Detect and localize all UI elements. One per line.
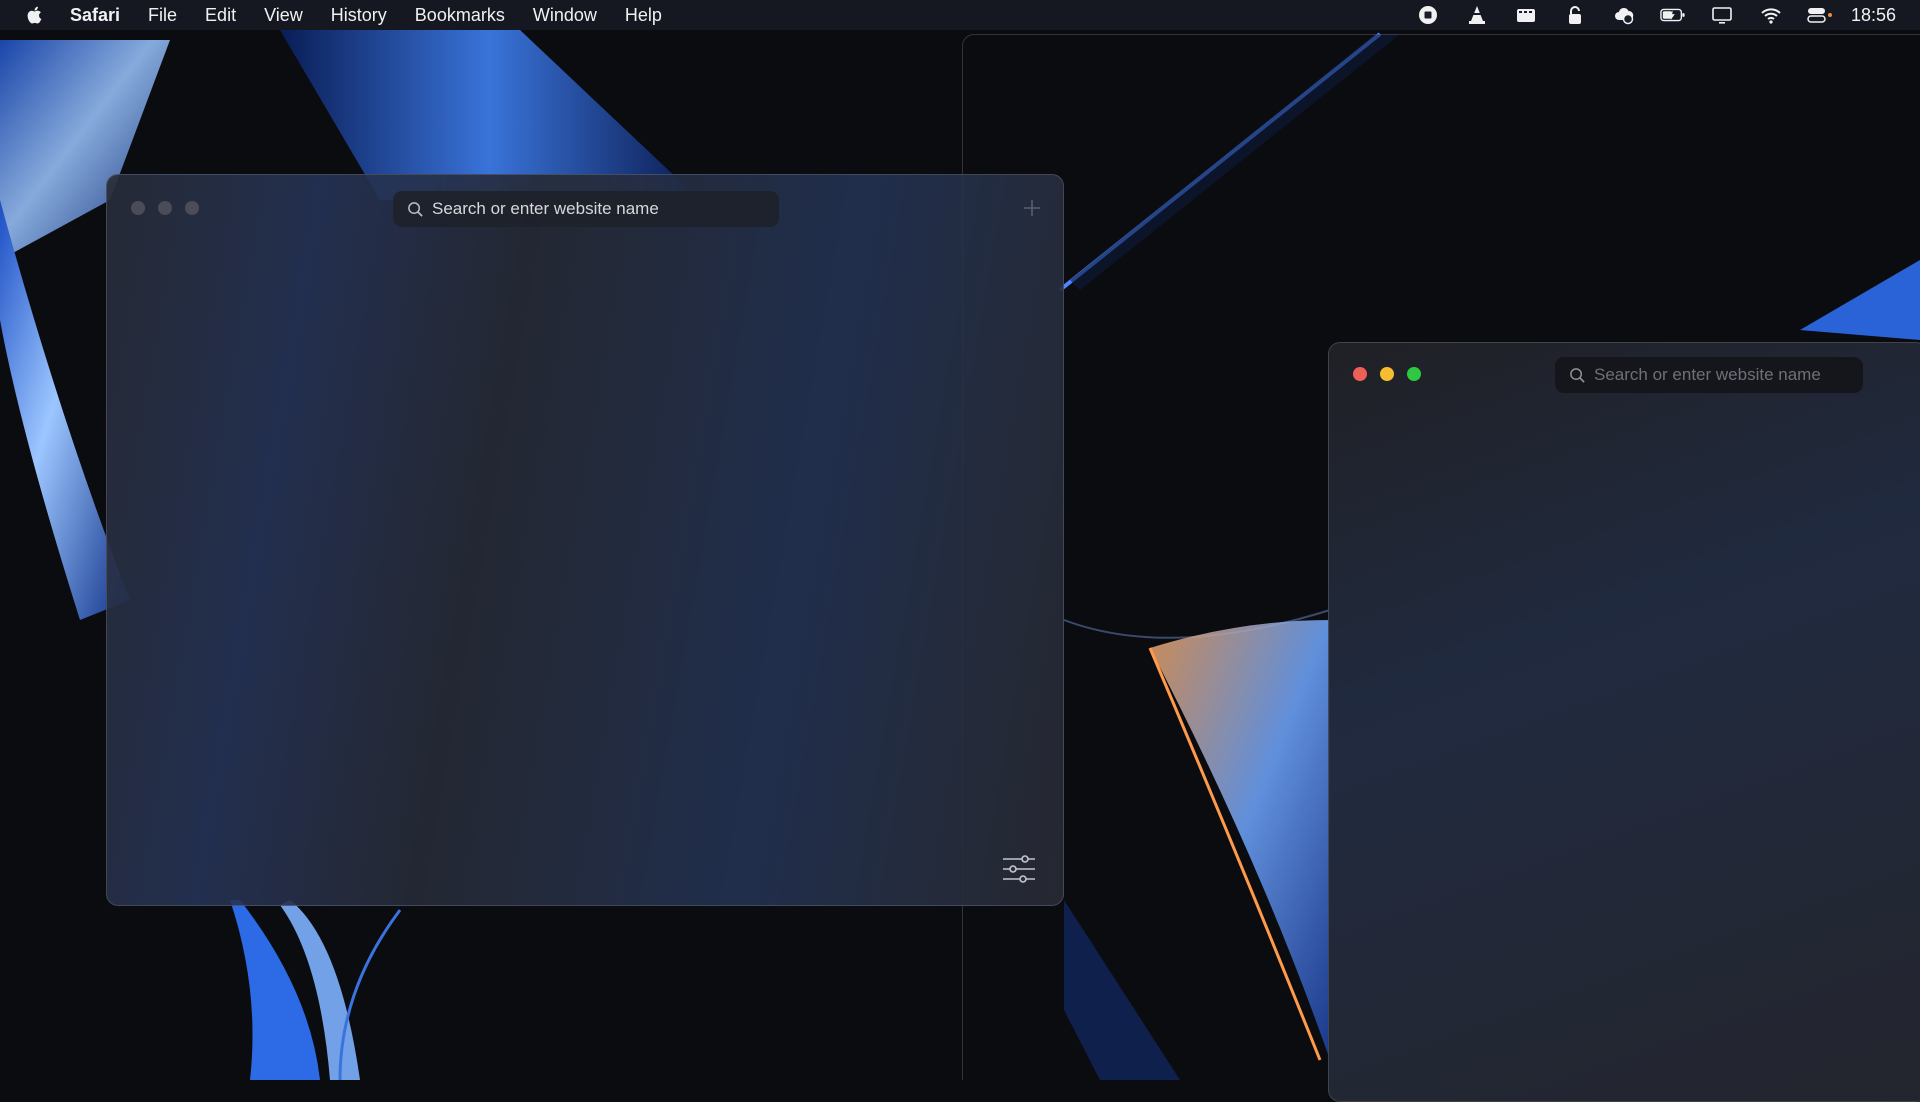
menu-bar-clock[interactable]: 18:56 [1851, 5, 1896, 26]
window-controls [131, 201, 199, 215]
vlc-icon[interactable] [1464, 4, 1490, 26]
safari-window-active: Search or enter website name [1328, 342, 1920, 1102]
menu-history[interactable]: History [331, 5, 387, 26]
plus-icon[interactable] [1021, 197, 1043, 219]
address-bar-placeholder: Search or enter website name [432, 199, 659, 218]
screen-record-icon[interactable] [1415, 4, 1441, 26]
control-center-icon[interactable] [1807, 4, 1833, 26]
lock-icon[interactable] [1562, 4, 1588, 26]
zoom-button[interactable] [1407, 367, 1421, 381]
menu-bar: Safari File Edit View History Bookmarks … [0, 0, 1920, 30]
safari-window-inactive: Search or enter website name [106, 174, 1064, 906]
minimize-button[interactable] [158, 201, 172, 215]
minimize-button[interactable] [1380, 367, 1394, 381]
window-controls [1353, 367, 1421, 381]
status-area: 18:56 [1392, 0, 1896, 30]
wifi-icon[interactable] [1758, 4, 1784, 26]
close-button[interactable] [131, 201, 145, 215]
menu-help[interactable]: Help [625, 5, 662, 26]
display-icon[interactable] [1709, 4, 1735, 26]
menu-edit[interactable]: Edit [205, 5, 236, 26]
menu-bookmarks[interactable]: Bookmarks [415, 5, 505, 26]
cloud-icon[interactable] [1611, 4, 1637, 26]
battery-charging-icon[interactable] [1660, 4, 1686, 26]
address-bar-placeholder: Search or enter website name [1594, 365, 1821, 384]
menu-view[interactable]: View [264, 5, 303, 26]
close-button[interactable] [1353, 367, 1367, 381]
menu-file[interactable]: File [148, 5, 177, 26]
sliders-icon[interactable] [1001, 853, 1037, 885]
address-bar[interactable]: Search or enter website name [393, 191, 779, 227]
zoom-button[interactable] [185, 201, 199, 215]
menu-app-name[interactable]: Safari [70, 5, 120, 26]
clapper-icon[interactable] [1513, 4, 1539, 26]
apple-menu-icon[interactable] [24, 4, 46, 26]
search-icon [1570, 367, 1585, 383]
address-bar[interactable]: Search or enter website name [1555, 357, 1863, 393]
menu-window[interactable]: Window [533, 5, 597, 26]
search-icon [408, 201, 423, 217]
